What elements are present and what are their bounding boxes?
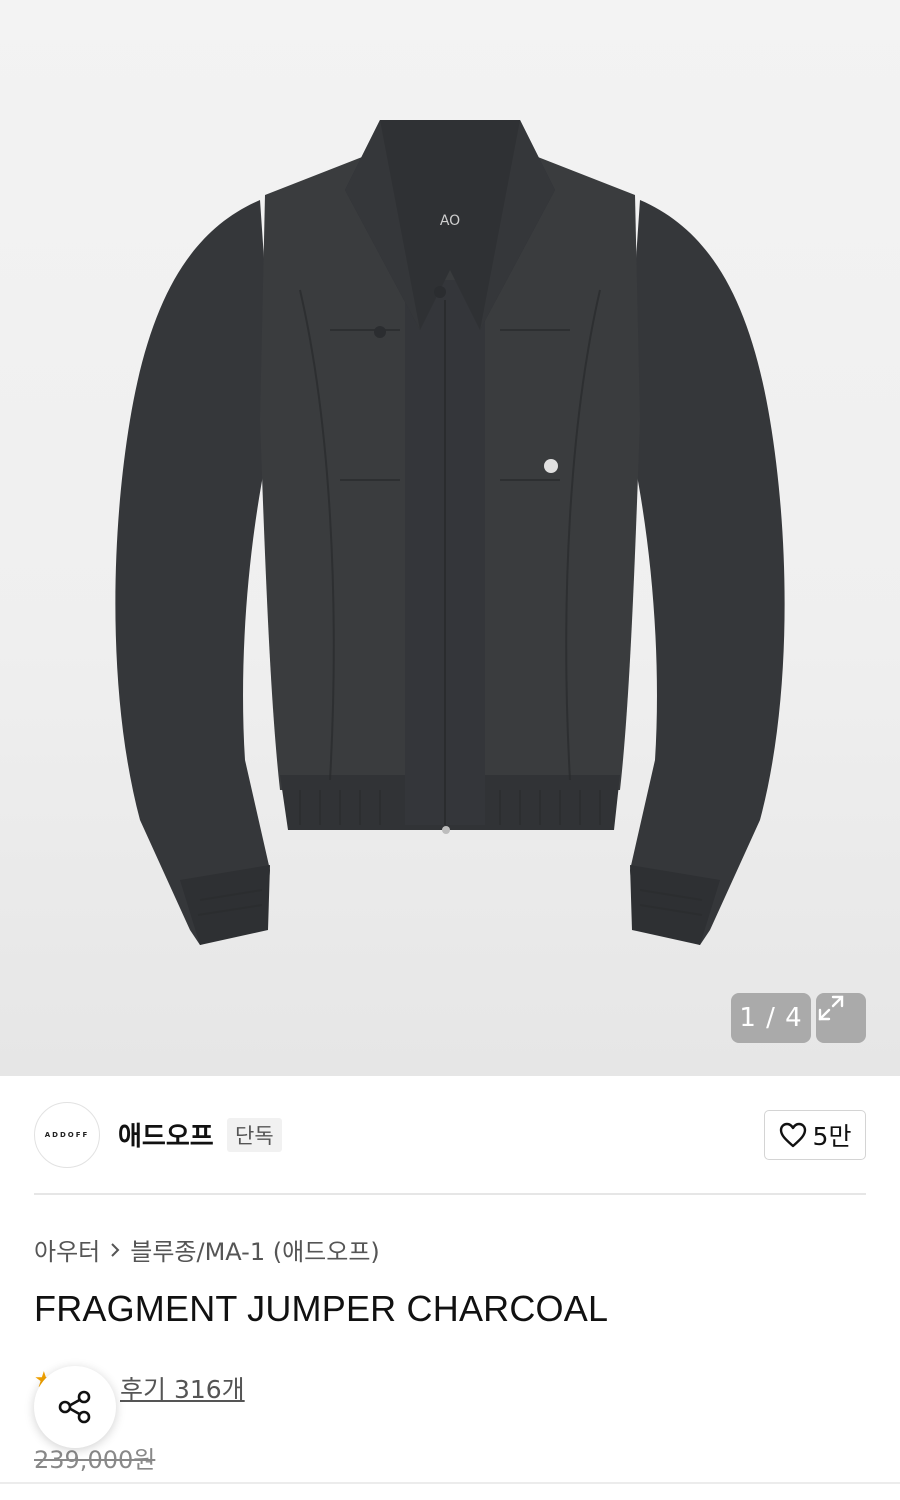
expand-icon xyxy=(818,995,844,1021)
expand-button[interactable] xyxy=(816,993,866,1043)
brand-logo-text: ADDOFF xyxy=(44,1131,90,1139)
bottom-divider xyxy=(0,1482,900,1484)
brand-name[interactable]: 애드오프 xyxy=(118,1116,214,1153)
share-icon xyxy=(58,1390,91,1424)
section-divider xyxy=(34,1193,866,1195)
image-counter: 1 / 4 xyxy=(731,993,811,1043)
breadcrumb-subcategory[interactable]: 블루종/MA-1 (애드오프) xyxy=(130,1232,380,1267)
brand-logo[interactable]: ADDOFF xyxy=(34,1102,100,1168)
svg-text:AO: AO xyxy=(440,213,460,229)
exclusive-badge: 단독 xyxy=(227,1118,282,1152)
share-button[interactable] xyxy=(34,1366,116,1448)
brand-row: ADDOFF 애드오프 단독 5만 xyxy=(34,1102,866,1168)
like-button[interactable]: 5만 xyxy=(764,1110,866,1160)
original-price: 239,000원 xyxy=(34,1446,156,1474)
product-title: FRAGMENT JUMPER CHARCOAL xyxy=(34,1288,609,1329)
like-count: 5만 xyxy=(812,1122,852,1151)
heart-icon xyxy=(779,1122,806,1148)
review-link[interactable]: 후기 316개 xyxy=(120,1370,245,1406)
breadcrumb-category[interactable]: 아우터 xyxy=(34,1232,100,1267)
chevron-right-icon xyxy=(111,1242,120,1257)
product-photo: AO xyxy=(115,120,785,945)
breadcrumb: 아우터 블루종/MA-1 (애드오프) xyxy=(34,1232,380,1267)
product-image-gallery[interactable]: AO 1 / 4 xyxy=(0,0,900,1076)
